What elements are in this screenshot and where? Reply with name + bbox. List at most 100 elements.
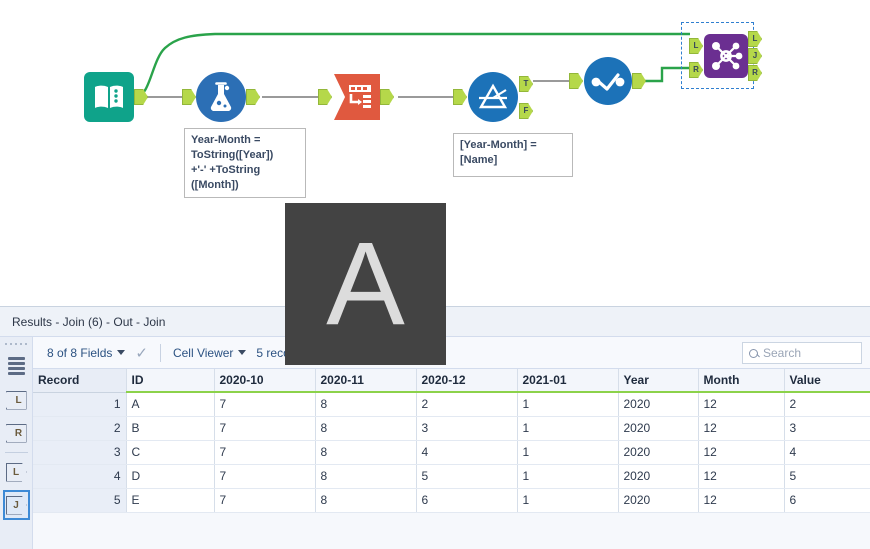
table-row[interactable]: 1 A 7 8 2 1 2020 12 2: [33, 392, 870, 417]
cell-2021-01[interactable]: 1: [517, 440, 619, 465]
results-title-text: Results - Join (6) - Out - Join: [12, 314, 166, 329]
rail-anchor-join[interactable]: J: [2, 490, 30, 520]
rail-records[interactable]: [3, 352, 30, 382]
col-header-year[interactable]: Year: [618, 369, 699, 393]
rail-sigma-right[interactable]: R: [3, 418, 30, 448]
cell-2020-10[interactable]: 7: [214, 392, 316, 417]
rail-divider: [4, 452, 28, 453]
cell-year[interactable]: 2020: [618, 392, 699, 417]
flask-icon: [196, 72, 246, 122]
sigma-right-icon: R: [5, 423, 27, 443]
search-placeholder: Search: [763, 346, 802, 360]
cell-2021-01[interactable]: 1: [517, 488, 619, 513]
cell-2020-12[interactable]: 5: [416, 464, 518, 489]
search-icon: [749, 348, 758, 358]
tool-filter[interactable]: T F: [453, 72, 533, 122]
tool-join[interactable]: L R L J R: [689, 31, 762, 81]
cell-value[interactable]: 6: [784, 488, 870, 513]
records-icon: [7, 357, 25, 377]
search-input[interactable]: Search: [742, 342, 862, 364]
anchor-join-icon: J: [5, 495, 27, 515]
cell-month[interactable]: 12: [698, 392, 785, 417]
formula-annotation: Year-Month = ToString([Year]) +'-' +ToSt…: [184, 128, 306, 198]
cell-viewer-label: Cell Viewer: [172, 345, 234, 360]
chevron-down-icon[interactable]: [117, 350, 126, 355]
cell-2020-12[interactable]: 6: [416, 488, 518, 513]
tool-formula[interactable]: [182, 72, 260, 122]
cell-month[interactable]: 12: [698, 416, 785, 441]
cell-2021-01[interactable]: 1: [517, 392, 619, 417]
cell-year[interactable]: 2020: [618, 464, 699, 489]
cell-value[interactable]: 4: [784, 440, 870, 465]
cell-month[interactable]: 12: [698, 464, 785, 489]
cell-value[interactable]: 2: [784, 392, 870, 417]
cell-id[interactable]: C: [126, 440, 215, 465]
table-row[interactable]: 2 B 7 8 3 1 2020 12 3: [33, 416, 870, 441]
rail-anchor-left[interactable]: L: [3, 457, 30, 487]
cell-month[interactable]: 12: [698, 440, 785, 465]
cell-record: 3: [33, 440, 127, 465]
cell-year[interactable]: 2020: [618, 488, 699, 513]
cell-year[interactable]: 2020: [618, 440, 699, 465]
table-row[interactable]: 4 D 7 8 5 1 2020 12 5: [33, 464, 870, 489]
fields-selector[interactable]: 8 of 8 Fields: [47, 345, 126, 360]
cell-2020-11[interactable]: 8: [315, 464, 417, 489]
cell-value[interactable]: 3: [784, 416, 870, 441]
col-header-2020-12[interactable]: 2020-12: [416, 369, 518, 393]
col-header-id[interactable]: ID: [126, 369, 215, 393]
table-row[interactable]: 5 E 7 8 6 1 2020 12 6: [33, 488, 870, 513]
tool-transpose[interactable]: [318, 74, 394, 120]
results-icon-rail[interactable]: L R L J: [0, 337, 33, 549]
cell-year[interactable]: 2020: [618, 416, 699, 441]
cell-2020-11[interactable]: 8: [315, 416, 417, 441]
cell-2020-12[interactable]: 4: [416, 440, 518, 465]
cell-month[interactable]: 12: [698, 488, 785, 513]
table-row[interactable]: 3 C 7 8 4 1 2020 12 4: [33, 440, 870, 465]
results-grid[interactable]: Record ID 2020-10 2020-11 2020-12 2021-0…: [33, 369, 870, 549]
cell-2021-01[interactable]: 1: [517, 464, 619, 489]
cell-record: 5: [33, 488, 127, 513]
fields-label: 8 of 8 Fields: [47, 345, 113, 360]
rail-grip[interactable]: [5, 343, 27, 348]
cell-2020-10[interactable]: 7: [214, 440, 316, 465]
cell-viewer-selector[interactable]: Cell Viewer: [172, 345, 247, 360]
alteryx-designer-window: T F L R L J R Year-Month = ToString([Yea…: [0, 0, 870, 549]
cell-2020-11[interactable]: 8: [315, 440, 417, 465]
col-header-value[interactable]: Value: [784, 369, 870, 393]
cell-2020-12[interactable]: 3: [416, 416, 518, 441]
cell-2020-10[interactable]: 7: [214, 464, 316, 489]
cell-record: 2: [33, 416, 127, 441]
cell-2020-12[interactable]: 2: [416, 392, 518, 417]
tool-input-data[interactable]: [84, 72, 148, 122]
cell-2021-01[interactable]: 1: [517, 416, 619, 441]
cell-record: 1: [33, 392, 127, 417]
sigma-left-icon: L: [5, 390, 27, 410]
table-body: 1 A 7 8 2 1 2020 12 2 2 B 7 8 3 1 2020 1…: [33, 392, 870, 513]
col-header-2021-01[interactable]: 2021-01: [517, 369, 619, 393]
table-header-row: Record ID 2020-10 2020-11 2020-12 2021-0…: [33, 369, 870, 393]
transpose-icon: [334, 74, 380, 120]
col-header-record[interactable]: Record: [33, 369, 127, 393]
col-header-2020-10[interactable]: 2020-10: [214, 369, 316, 393]
cell-2020-11[interactable]: 8: [315, 392, 417, 417]
cell-id[interactable]: B: [126, 416, 215, 441]
cell-id[interactable]: D: [126, 464, 215, 489]
select-check-icon: [584, 57, 632, 105]
cell-2020-11[interactable]: 8: [315, 488, 417, 513]
cell-value[interactable]: 5: [784, 464, 870, 489]
filter-annotation: [Year-Month] = [Name]: [453, 133, 573, 177]
toolbar-divider-1: [159, 343, 161, 362]
col-header-month[interactable]: Month: [698, 369, 785, 393]
cell-id[interactable]: A: [126, 392, 215, 417]
tool-select[interactable]: [569, 57, 646, 105]
chevron-down-icon-2[interactable]: [238, 350, 247, 355]
watermark-overlay: A: [285, 203, 446, 365]
check-icon[interactable]: ✓: [135, 344, 148, 362]
results-toolbar: 8 of 8 Fields ✓ Cell Viewer 5 records di…: [33, 337, 870, 369]
cell-2020-10[interactable]: 7: [214, 416, 316, 441]
col-header-2020-11[interactable]: 2020-11: [315, 369, 417, 393]
cell-2020-10[interactable]: 7: [214, 488, 316, 513]
results-table: Record ID 2020-10 2020-11 2020-12 2021-0…: [33, 369, 870, 513]
cell-id[interactable]: E: [126, 488, 215, 513]
rail-sigma-left[interactable]: L: [3, 385, 30, 415]
